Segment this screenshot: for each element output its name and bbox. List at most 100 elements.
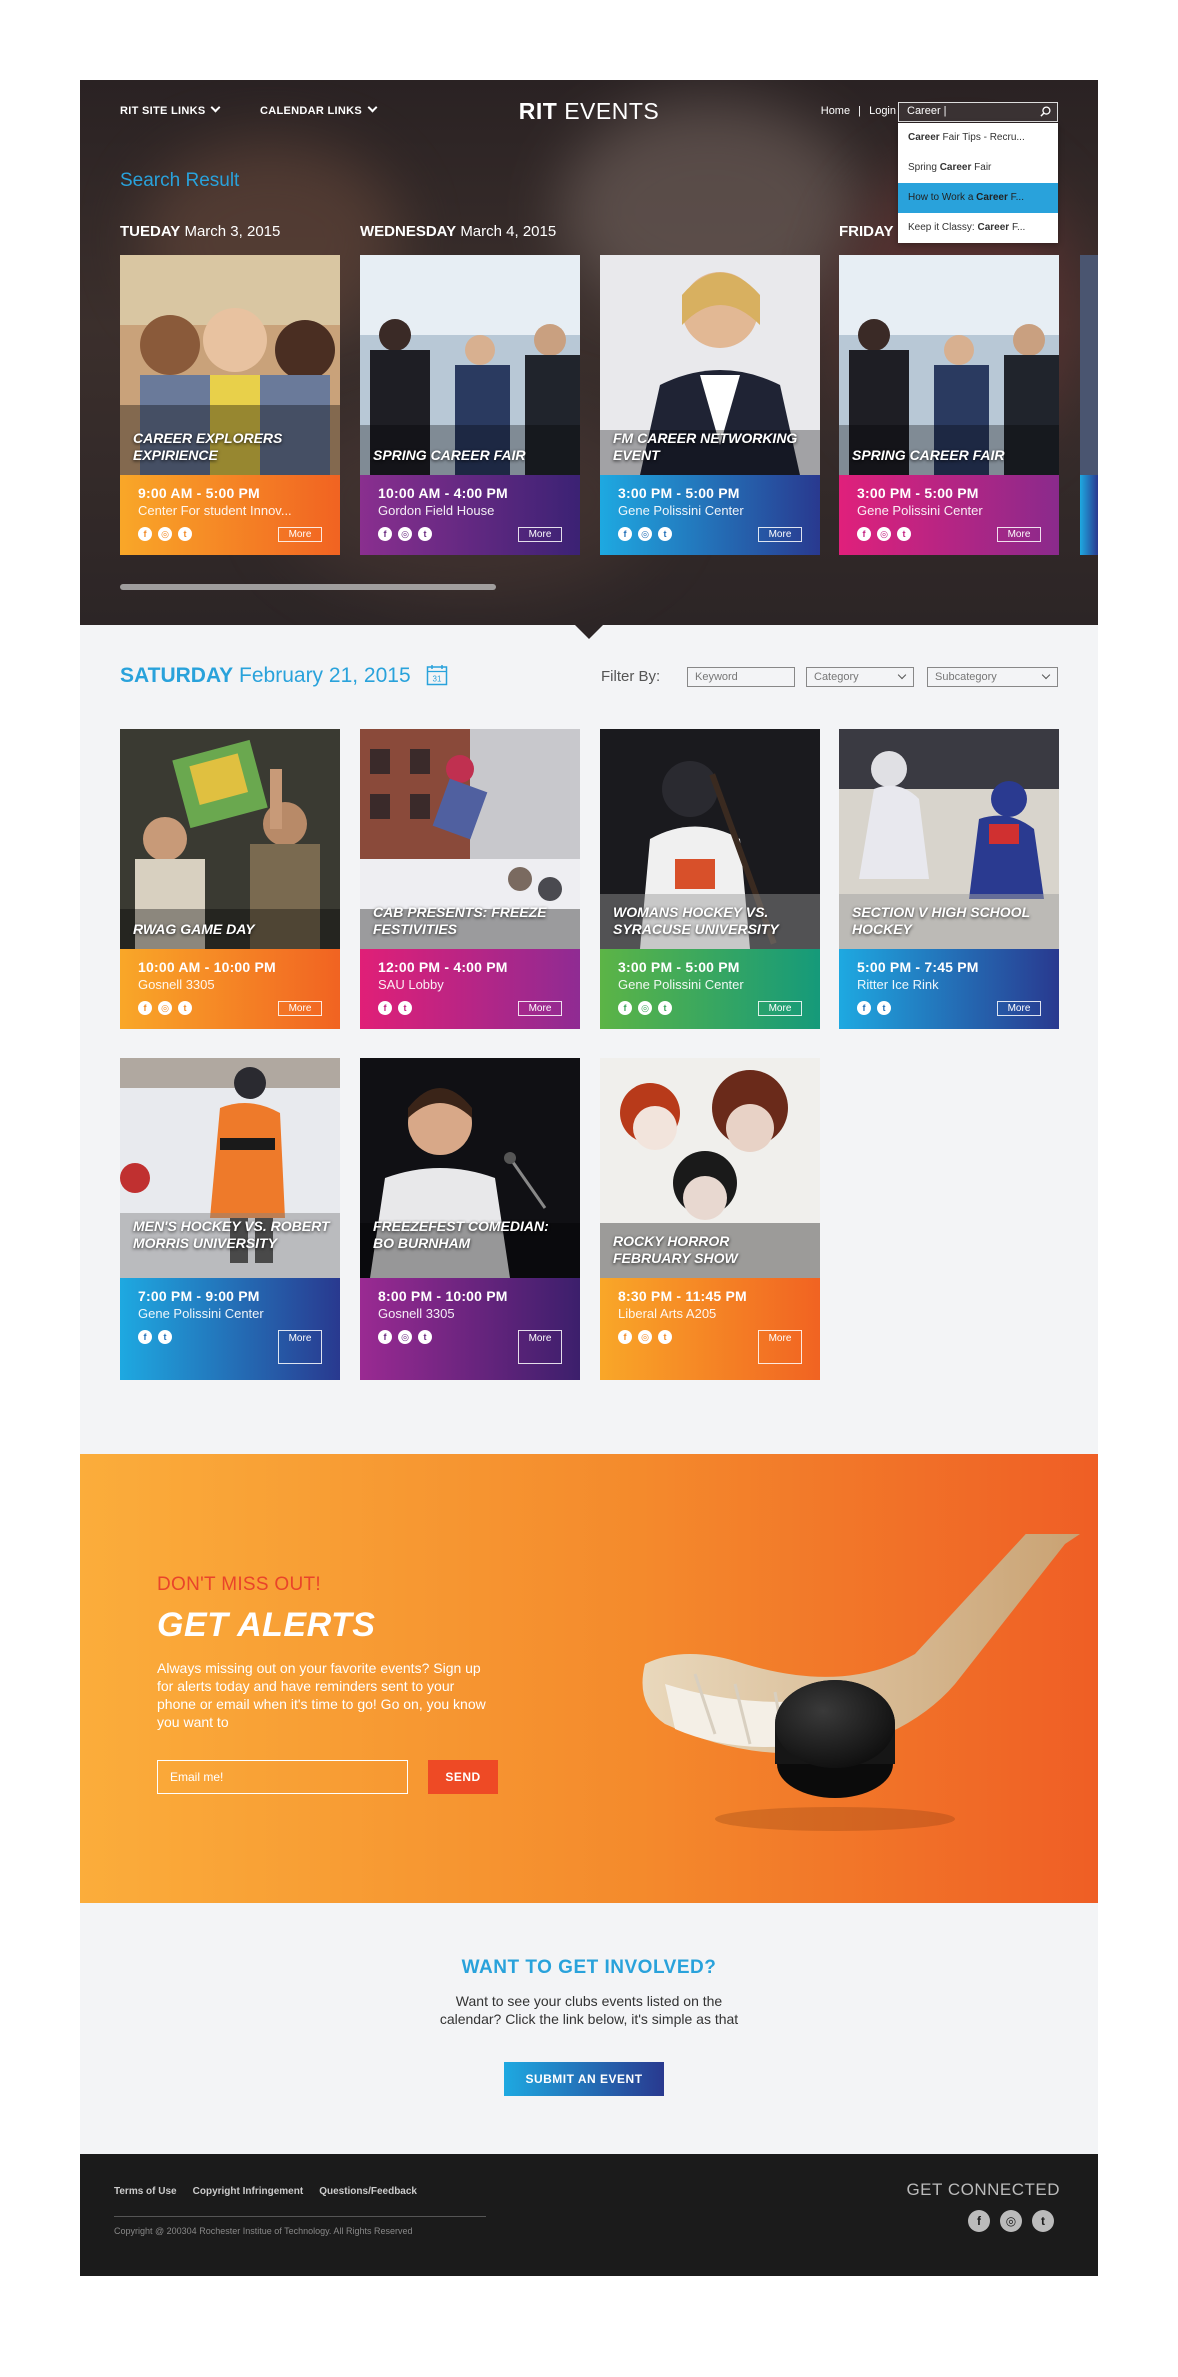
facebook-icon[interactable]: f xyxy=(857,527,871,541)
instagram-icon[interactable]: ◎ xyxy=(158,527,172,541)
alerts-title: GET ALERTS xyxy=(157,1606,376,1644)
twitter-icon[interactable]: t xyxy=(178,1001,192,1015)
event-card-partial[interactable] xyxy=(1080,255,1098,555)
suggestion-item[interactable]: Career Fair Tips - Recru... xyxy=(898,123,1058,153)
twitter-icon[interactable]: t xyxy=(877,1001,891,1015)
more-button[interactable]: More xyxy=(278,1330,322,1364)
day-label: FRIDAY xyxy=(839,223,894,240)
instagram-icon[interactable]: ◎ xyxy=(638,1001,652,1015)
copyright-link[interactable]: Copyright Infringement xyxy=(193,2186,304,2197)
email-field[interactable] xyxy=(157,1760,408,1794)
suggestion-item[interactable]: Spring Career Fair xyxy=(898,153,1058,183)
event-time: 12:00 PM - 4:00 PM xyxy=(378,959,508,975)
twitter-icon[interactable]: t xyxy=(178,527,192,541)
more-button[interactable]: More xyxy=(758,1330,802,1364)
home-link[interactable]: Home xyxy=(821,105,850,117)
social-icons: f ◎ t xyxy=(618,1001,672,1015)
event-card[interactable]: Section V High School Hockey 5:00 PM - 7… xyxy=(839,729,1059,1029)
event-card[interactable]: Spring Career Fair 10:00 AM - 4:00 PM Go… xyxy=(360,255,580,555)
event-title: FreezeFest Comedian: Bo Burnham xyxy=(373,1218,549,1251)
event-title: Section V High School Hockey xyxy=(852,904,1030,937)
instagram-icon[interactable]: ◎ xyxy=(638,1330,652,1344)
subcategory-select-value: Subcategory xyxy=(935,671,997,683)
footer: Terms of Use Copyright Infringement Ques… xyxy=(80,2154,1098,2276)
social-icons: f t xyxy=(138,1330,172,1344)
event-card[interactable]: RWAG Game Day 10:00 AM - 10:00 PM Gosnel… xyxy=(120,729,340,1029)
twitter-icon[interactable]: t xyxy=(658,527,672,541)
facebook-icon[interactable]: f xyxy=(618,1001,632,1015)
more-button[interactable]: More xyxy=(518,1001,562,1016)
facebook-icon[interactable]: f xyxy=(138,527,152,541)
facebook-icon[interactable]: f xyxy=(138,1330,152,1344)
event-title: Men's Hockey vs. Robert Morris Universit… xyxy=(133,1218,330,1251)
keyword-input[interactable]: Keyword xyxy=(687,667,795,687)
twitter-icon[interactable]: t xyxy=(658,1330,672,1344)
event-time: 9:00 AM - 5:00 PM xyxy=(138,485,260,501)
event-location: Gene Polissini Center xyxy=(618,503,744,518)
feedback-link[interactable]: Questions/Feedback xyxy=(319,2186,417,2197)
instagram-icon[interactable]: ◎ xyxy=(638,527,652,541)
instagram-icon[interactable]: ◎ xyxy=(398,527,412,541)
twitter-icon[interactable]: t xyxy=(158,1330,172,1344)
event-card[interactable]: FM Career Networking Event 3:00 PM - 5:0… xyxy=(600,255,820,555)
calendar-icon[interactable]: 31 xyxy=(426,664,448,686)
twitter-icon[interactable]: t xyxy=(418,1330,432,1344)
terms-link[interactable]: Terms of Use xyxy=(114,2186,177,2197)
login-link[interactable]: Login xyxy=(869,105,896,117)
facebook-icon[interactable]: f xyxy=(968,2210,990,2232)
event-location: Gene Polissini Center xyxy=(618,977,744,992)
send-button[interactable]: SEND xyxy=(428,1760,498,1794)
instagram-icon[interactable]: ◎ xyxy=(158,1001,172,1015)
twitter-icon[interactable]: t xyxy=(897,527,911,541)
facebook-icon[interactable]: f xyxy=(378,527,392,541)
social-icons: f t xyxy=(378,1001,412,1015)
facebook-icon[interactable]: f xyxy=(138,1001,152,1015)
event-card[interactable]: Womans Hockey vs. Syracuse University 3:… xyxy=(600,729,820,1029)
carousel-scrollbar[interactable] xyxy=(120,584,496,590)
twitter-icon[interactable]: t xyxy=(1032,2210,1054,2232)
more-button[interactable]: More xyxy=(758,527,802,542)
filter-label: Filter By: xyxy=(601,668,661,685)
facebook-icon[interactable]: f xyxy=(378,1330,392,1344)
more-button[interactable]: More xyxy=(518,527,562,542)
more-button[interactable]: More xyxy=(758,1001,802,1016)
nav-separator: | xyxy=(858,105,862,117)
event-card[interactable]: Rocky Horror February Show 8:30 PM - 11:… xyxy=(600,1058,820,1380)
footer-links: Terms of Use Copyright Infringement Ques… xyxy=(114,2186,417,2197)
more-button[interactable]: More xyxy=(278,1001,322,1016)
social-icons: f ◎ t xyxy=(378,527,432,541)
social-icons: f ◎ t xyxy=(618,1330,672,1344)
event-card[interactable]: Career Explorers Expirience 9:00 AM - 5:… xyxy=(120,255,340,555)
search-icon[interactable] xyxy=(1040,106,1051,117)
event-card[interactable]: Spring Career Fair 3:00 PM - 5:00 PM Gen… xyxy=(839,255,1059,555)
event-info: 9:00 AM - 5:00 PM Center For student Inn… xyxy=(120,475,340,555)
event-card[interactable]: CAB Presents: Freeze Festivities 12:00 P… xyxy=(360,729,580,1029)
event-card[interactable]: FreezeFest Comedian: Bo Burnham 8:00 PM … xyxy=(360,1058,580,1380)
twitter-icon[interactable]: t xyxy=(418,527,432,541)
subcategory-select[interactable]: Subcategory xyxy=(927,667,1058,687)
submit-event-button[interactable]: SUBMIT AN EVENT xyxy=(504,2062,664,2096)
social-icons: f ◎ t xyxy=(378,1330,432,1344)
search-suggestions: Career Fair Tips - Recru... Spring Caree… xyxy=(898,123,1058,243)
instagram-icon[interactable]: ◎ xyxy=(877,527,891,541)
suggestion-item[interactable]: Keep it Classy: Career F... xyxy=(898,213,1058,243)
event-card[interactable]: Men's Hockey vs. Robert Morris Universit… xyxy=(120,1058,340,1380)
suggestion-item-active[interactable]: How to Work a Career F... xyxy=(898,183,1058,213)
twitter-icon[interactable]: t xyxy=(658,1001,672,1015)
more-button[interactable]: More xyxy=(997,527,1041,542)
more-button[interactable]: More xyxy=(278,527,322,542)
more-button[interactable]: More xyxy=(518,1330,562,1364)
instagram-icon[interactable]: ◎ xyxy=(398,1330,412,1344)
facebook-icon[interactable]: f xyxy=(857,1001,871,1015)
twitter-icon[interactable]: t xyxy=(398,1001,412,1015)
search-input[interactable]: Career | xyxy=(898,102,1058,122)
more-button[interactable]: More xyxy=(997,1001,1041,1016)
alerts-description: Always missing out on your favorite even… xyxy=(157,1660,486,1730)
facebook-icon[interactable]: f xyxy=(618,527,632,541)
facebook-icon[interactable]: f xyxy=(378,1001,392,1015)
instagram-icon[interactable]: ◎ xyxy=(1000,2210,1022,2232)
alerts-section: DON'T MISS OUT! GET ALERTS Always missin… xyxy=(80,1454,1098,1903)
category-select[interactable]: Category xyxy=(806,667,914,687)
event-title: CAB Presents: Freeze Festivities xyxy=(373,904,547,937)
facebook-icon[interactable]: f xyxy=(618,1330,632,1344)
